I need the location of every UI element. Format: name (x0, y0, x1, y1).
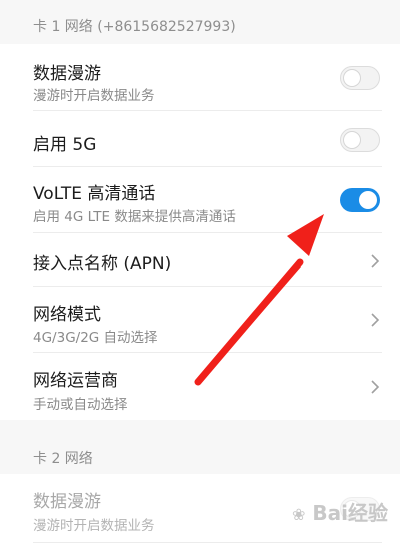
sim2-section-header: 卡 2 网络 (33, 451, 93, 467)
chevron-right-icon (371, 254, 380, 268)
toggle-knob (343, 130, 361, 149)
data-roaming-toggle[interactable] (340, 66, 380, 90)
sim1-card: 数据漫游 漫游时开启数据业务 启用 5G VoLTE 高清通话 启用 4G LT… (0, 44, 400, 420)
enable-5g-title: 启用 5G (33, 135, 97, 155)
network-operator-title: 网络运营商 (33, 371, 118, 391)
network-operator-row[interactable]: 网络运营商 手动或自动选择 (0, 353, 400, 420)
apn-title: 接入点名称 (APN) (33, 254, 172, 274)
volte-subtitle: 启用 4G LTE 数据来提供高清通话 (33, 209, 236, 225)
watermark: ❀ Bai经验 (292, 497, 388, 526)
toggle-knob (343, 68, 361, 87)
sim1-section-header: 卡 1 网络 (+8615682527993) (33, 19, 236, 35)
apn-row[interactable]: 接入点名称 (APN) (0, 233, 400, 287)
network-mode-title: 网络模式 (33, 305, 101, 325)
network-mode-row[interactable]: 网络模式 4G/3G/2G 自动选择 (0, 287, 400, 353)
data-roaming-row[interactable]: 数据漫游 漫游时开启数据业务 (0, 44, 400, 111)
network-operator-subtitle: 手动或自动选择 (33, 397, 128, 413)
enable-5g-toggle[interactable] (340, 128, 380, 152)
enable-5g-row[interactable]: 启用 5G (0, 111, 400, 167)
watermark-text: Bai经验 (312, 501, 388, 525)
volte-title: VoLTE 高清通话 (33, 184, 156, 204)
volte-toggle[interactable] (340, 188, 380, 212)
sim2-data-roaming-title: 数据漫游 (33, 492, 101, 512)
toggle-knob (359, 191, 377, 209)
sim2-data-roaming-subtitle: 漫游时开启数据业务 (33, 518, 155, 534)
baidu-paw-icon: ❀ (292, 505, 306, 524)
data-roaming-title: 数据漫游 (33, 64, 101, 84)
volte-row[interactable]: VoLTE 高清通话 启用 4G LTE 数据来提供高清通话 (0, 167, 400, 233)
divider (33, 542, 382, 543)
chevron-right-icon (371, 313, 380, 327)
network-mode-subtitle: 4G/3G/2G 自动选择 (33, 330, 158, 346)
chevron-right-icon (371, 380, 380, 394)
data-roaming-subtitle: 漫游时开启数据业务 (33, 88, 155, 104)
